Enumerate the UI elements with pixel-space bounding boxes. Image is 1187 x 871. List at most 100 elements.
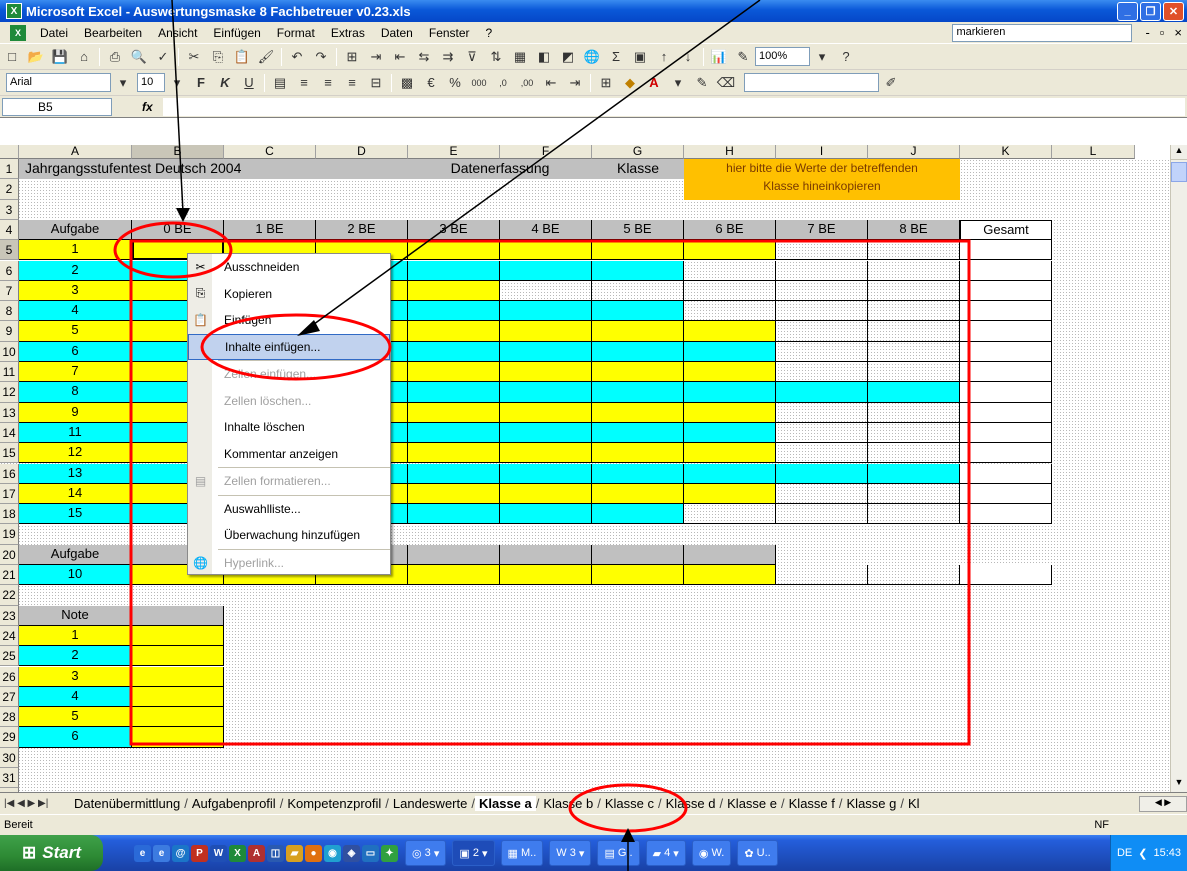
sort-tool-icon[interactable]: ⇅ — [485, 47, 507, 67]
row-header-18[interactable]: 18 — [0, 504, 19, 525]
gesamt-cell[interactable] — [960, 463, 1052, 484]
be-cell[interactable] — [592, 483, 684, 505]
row-header-26[interactable]: 26 — [0, 666, 19, 687]
be-cell[interactable] — [500, 422, 592, 444]
menu-fenster[interactable]: Fenster — [421, 26, 478, 40]
zoom-dropdown-icon[interactable]: ▾ — [811, 47, 833, 67]
row-header-16[interactable]: 16 — [0, 463, 19, 484]
open-icon[interactable]: 📂 — [25, 47, 47, 67]
be-cell[interactable] — [500, 504, 592, 525]
be-cell-empty[interactable] — [868, 483, 960, 505]
font-size-select[interactable]: 10 — [137, 73, 165, 92]
gesamt-cell[interactable] — [960, 422, 1052, 444]
header-be-8[interactable]: 8 BE — [868, 219, 960, 241]
gesamt-cell[interactable] — [960, 240, 1052, 261]
be2-cell[interactable] — [684, 565, 776, 586]
be-cell[interactable] — [500, 321, 592, 342]
column-header-l[interactable]: L — [1052, 145, 1135, 159]
row-header-5[interactable]: 5 — [0, 240, 19, 261]
note-cell[interactable]: 5 — [19, 707, 132, 728]
row-header-20[interactable]: 20 — [0, 544, 19, 565]
row-header-15[interactable]: 15 — [0, 443, 19, 464]
row-header-1[interactable]: 1 — [0, 159, 19, 180]
context-item-8[interactable]: ▤ Zellen formatieren... — [188, 468, 390, 495]
be-cell[interactable] — [500, 301, 592, 322]
column-header-d[interactable]: D — [316, 145, 408, 159]
scroll-up-icon[interactable]: ▲ — [1171, 145, 1187, 160]
be-cell-empty[interactable] — [776, 443, 868, 464]
italic-icon[interactable]: K — [214, 73, 236, 93]
be-cell-empty[interactable] — [684, 504, 776, 525]
row-header-31[interactable]: 31 — [0, 768, 19, 789]
print-preview-icon[interactable]: 🔍 — [128, 47, 150, 67]
fill-color-icon[interactable]: ◆ — [619, 73, 641, 93]
close-button[interactable]: ✕ — [1163, 1, 1184, 21]
be-cell-empty[interactable] — [776, 260, 868, 281]
be-cell-empty[interactable] — [684, 301, 776, 322]
row-header-12[interactable]: 12 — [0, 382, 19, 403]
chart-wizard-icon[interactable]: 📊 — [708, 47, 730, 67]
be-cell-empty[interactable] — [776, 341, 868, 362]
row-header-7[interactable]: 7 — [0, 280, 19, 302]
menu-daten[interactable]: Daten — [373, 26, 421, 40]
note-cell[interactable]: 4 — [19, 686, 132, 708]
be-cell[interactable] — [684, 362, 776, 383]
be-cell[interactable] — [684, 483, 776, 505]
be-cell[interactable] — [408, 240, 500, 261]
task-excel[interactable]: ▣ 2 ▾ — [452, 840, 495, 866]
horizontal-scroll-icon[interactable]: ◀ ▶ — [1139, 795, 1187, 812]
task-u[interactable]: ✿ U.. — [737, 840, 778, 866]
header-be-6[interactable]: 6 BE — [684, 219, 776, 241]
tool-icon[interactable]: ✦ — [381, 844, 398, 862]
be2-header-cell[interactable] — [684, 544, 776, 565]
be-cell[interactable] — [868, 382, 960, 403]
context-item-11[interactable]: 🌐 Hyperlink... — [188, 550, 390, 577]
be-cell-empty[interactable] — [868, 402, 960, 423]
filter-icon[interactable]: ⊽ — [461, 47, 483, 67]
be-cell-empty[interactable] — [776, 240, 868, 261]
sheet-tab-4[interactable]: Klasse a — [474, 796, 536, 811]
start-button[interactable]: ⊞ Start — [0, 835, 103, 871]
menu-format[interactable]: Format — [269, 26, 323, 40]
copy-icon[interactable]: ⎘ — [207, 47, 229, 67]
be-cell[interactable] — [408, 504, 500, 525]
note-cell[interactable]: 1 — [19, 625, 132, 647]
underline-icon[interactable]: U — [238, 73, 260, 93]
euro-icon[interactable]: € — [420, 73, 442, 93]
be-cell-empty[interactable] — [776, 504, 868, 525]
context-item-2[interactable]: 📋 Einfügen — [188, 307, 390, 334]
sheet-tab-5[interactable]: Klasse b — [539, 796, 597, 811]
sheet-tab-3[interactable]: Landeswerte — [389, 796, 471, 811]
aufgabe-cell[interactable]: 15 — [19, 504, 132, 525]
row-header-25[interactable]: 25 — [0, 646, 19, 667]
be-cell[interactable] — [408, 321, 500, 342]
be-cell-empty[interactable] — [684, 280, 776, 302]
menu-datei[interactable]: Datei — [32, 26, 76, 40]
eraser-icon[interactable]: ⌫ — [715, 73, 737, 93]
row-header-21[interactable]: 21 — [0, 565, 19, 586]
be-cell-empty[interactable] — [776, 362, 868, 383]
header-be-1[interactable]: 1 BE — [224, 219, 316, 241]
table-icon[interactable]: ▦ — [509, 47, 531, 67]
new-icon[interactable]: □ — [1, 47, 23, 67]
gesamt-cell[interactable] — [960, 321, 1052, 342]
be-cell-empty[interactable] — [868, 422, 960, 444]
context-item-6[interactable]: Inhalte löschen — [188, 414, 390, 441]
column-header-j[interactable]: J — [868, 145, 960, 159]
be-cell[interactable] — [684, 463, 776, 484]
note-header[interactable]: Note — [19, 605, 132, 626]
be-cell[interactable] — [684, 422, 776, 444]
be-cell-empty[interactable] — [500, 280, 592, 302]
decrease-indent-icon[interactable]: ⇤ — [540, 73, 562, 93]
be-cell[interactable] — [500, 240, 592, 261]
gesamt-cell[interactable] — [960, 362, 1052, 383]
be-cell[interactable] — [408, 341, 500, 362]
menu-ansicht[interactable]: Ansicht — [150, 26, 205, 40]
be-cell[interactable] — [684, 443, 776, 464]
sort-ascending-icon[interactable]: ↑ — [653, 47, 675, 67]
align-left-icon[interactable]: ≡ — [293, 73, 315, 93]
function-icon[interactable]: ▣ — [629, 47, 651, 67]
font-name-select[interactable]: Arial — [6, 73, 111, 92]
column-header-h[interactable]: H — [684, 145, 776, 159]
be-cell[interactable] — [592, 321, 684, 342]
